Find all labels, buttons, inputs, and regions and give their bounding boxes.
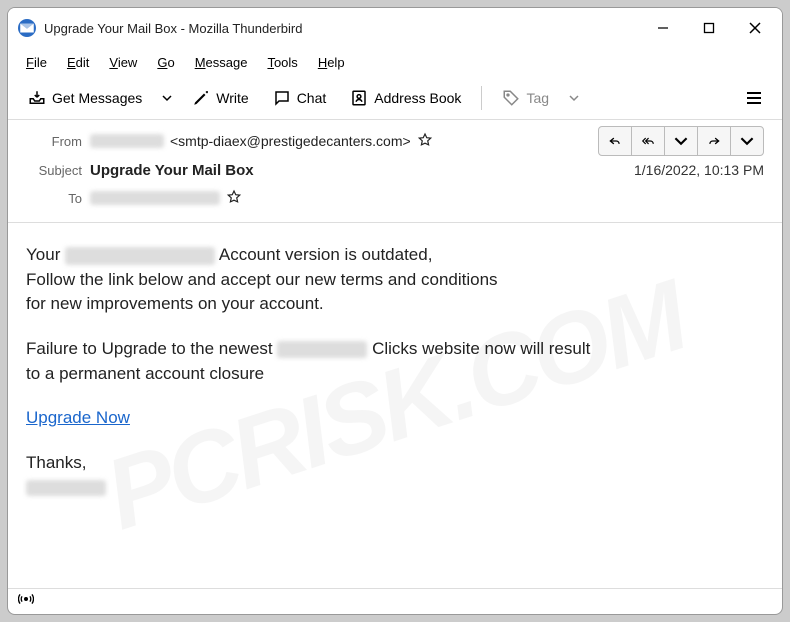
more-actions-button[interactable] bbox=[730, 126, 764, 156]
tag-icon bbox=[502, 89, 520, 107]
reply-all-icon bbox=[641, 134, 655, 148]
address-book-label: Address Book bbox=[374, 90, 461, 106]
chevron-down-icon bbox=[569, 93, 579, 103]
tag-label: Tag bbox=[526, 90, 549, 106]
tag-button[interactable]: Tag bbox=[492, 82, 559, 114]
redacted-signature bbox=[26, 480, 106, 496]
redacted-from-name bbox=[90, 134, 164, 148]
app-menu-button[interactable] bbox=[736, 82, 772, 114]
subject-label: Subject bbox=[26, 163, 82, 178]
body-line-1: Your Account version is outdated, bbox=[26, 243, 764, 268]
message-body: PCRISK.COM Your Account version is outda… bbox=[8, 223, 782, 588]
forward-button[interactable] bbox=[697, 126, 731, 156]
message-header: From <smtp-diaex@prestigedecanters.com> bbox=[8, 120, 782, 223]
body-line-3: for new improvements on your account. bbox=[26, 292, 764, 317]
to-label: To bbox=[26, 191, 82, 206]
body-line-2: Follow the link below and accept our new… bbox=[26, 268, 764, 293]
body-line-4: Failure to Upgrade to the newest Clicks … bbox=[26, 337, 764, 362]
menu-file[interactable]: File bbox=[18, 52, 55, 73]
connection-status-icon[interactable] bbox=[18, 591, 34, 612]
body-line-5: to a permanent account closure bbox=[26, 362, 764, 387]
star-contact-button[interactable] bbox=[417, 132, 433, 151]
reply-button[interactable] bbox=[598, 126, 632, 156]
get-messages-label: Get Messages bbox=[52, 90, 142, 106]
address-book-button[interactable]: Address Book bbox=[340, 82, 471, 114]
window-controls bbox=[640, 12, 778, 44]
reply-icon bbox=[608, 134, 622, 148]
body-thanks: Thanks, bbox=[26, 451, 764, 476]
close-button[interactable] bbox=[732, 12, 778, 44]
reply-all-dropdown[interactable] bbox=[664, 126, 698, 156]
chat-icon bbox=[273, 89, 291, 107]
get-messages-dropdown[interactable] bbox=[156, 82, 178, 114]
star-icon bbox=[417, 132, 433, 148]
thunderbird-icon bbox=[18, 19, 36, 37]
chevron-down-icon bbox=[162, 93, 172, 103]
chevron-down-icon bbox=[674, 134, 688, 148]
address-book-icon bbox=[350, 89, 368, 107]
chat-button[interactable]: Chat bbox=[263, 82, 337, 114]
titlebar: Upgrade Your Mail Box - Mozilla Thunderb… bbox=[8, 8, 782, 48]
window-title: Upgrade Your Mail Box - Mozilla Thunderb… bbox=[44, 21, 302, 36]
subject-value: Upgrade Your Mail Box bbox=[90, 162, 254, 179]
chevron-down-icon bbox=[740, 134, 754, 148]
hamburger-icon bbox=[745, 89, 763, 107]
statusbar bbox=[8, 588, 782, 614]
maximize-button[interactable] bbox=[686, 12, 732, 44]
from-label: From bbox=[26, 134, 82, 149]
pencil-icon bbox=[192, 89, 210, 107]
menu-go[interactable]: Go bbox=[149, 52, 182, 73]
menu-tools[interactable]: Tools bbox=[259, 52, 305, 73]
menubar: File Edit View Go Message Tools Help bbox=[8, 48, 782, 76]
write-button[interactable]: Write bbox=[182, 82, 258, 114]
minimize-button[interactable] bbox=[640, 12, 686, 44]
get-messages-button[interactable]: Get Messages bbox=[18, 82, 152, 114]
menu-help[interactable]: Help bbox=[310, 52, 353, 73]
redacted-domain-2 bbox=[277, 341, 367, 358]
write-label: Write bbox=[216, 90, 248, 106]
to-value bbox=[90, 189, 242, 208]
message-date: 1/16/2022, 10:13 PM bbox=[634, 162, 764, 178]
menu-edit[interactable]: Edit bbox=[59, 52, 97, 73]
reply-all-button[interactable] bbox=[631, 126, 665, 156]
toolbar: Get Messages Write Chat Address Book Tag bbox=[8, 76, 782, 120]
redacted-domain-1 bbox=[65, 247, 215, 265]
toolbar-separator bbox=[481, 86, 482, 110]
menu-message[interactable]: Message bbox=[187, 52, 256, 73]
message-actions bbox=[598, 126, 764, 156]
menu-view[interactable]: View bbox=[101, 52, 145, 73]
redacted-to-email bbox=[90, 191, 220, 205]
inbox-download-icon bbox=[28, 89, 46, 107]
forward-icon bbox=[707, 134, 721, 148]
upgrade-now-link[interactable]: Upgrade Now bbox=[26, 408, 130, 427]
from-email: <smtp-diaex@prestigedecanters.com> bbox=[170, 133, 411, 149]
tag-dropdown[interactable] bbox=[563, 82, 585, 114]
star-recipient-button[interactable] bbox=[226, 189, 242, 208]
from-value: <smtp-diaex@prestigedecanters.com> bbox=[90, 132, 433, 151]
chat-label: Chat bbox=[297, 90, 327, 106]
window-frame: Upgrade Your Mail Box - Mozilla Thunderb… bbox=[7, 7, 783, 615]
star-icon bbox=[226, 189, 242, 205]
